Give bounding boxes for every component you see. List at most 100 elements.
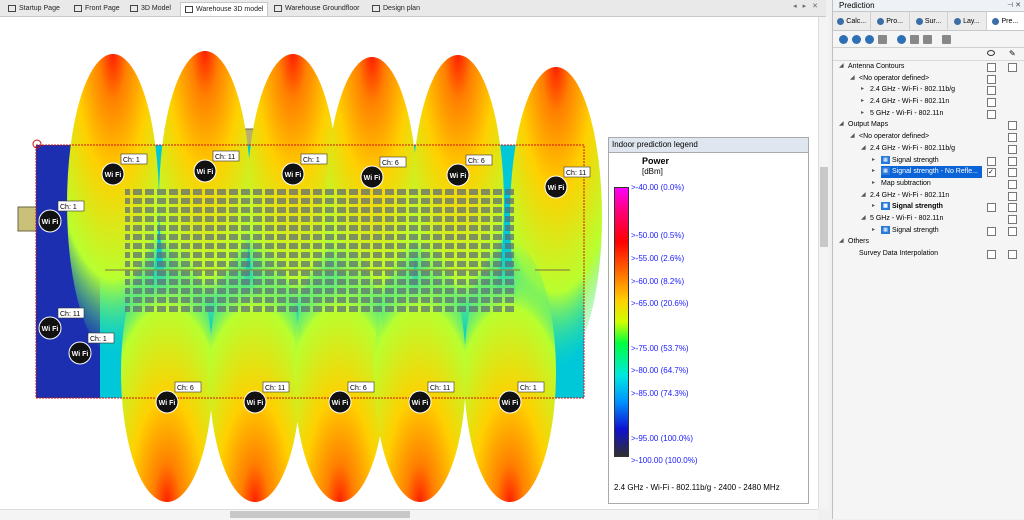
panel-tab-layers[interactable]: Lay... — [948, 12, 987, 30]
split-icon[interactable] — [942, 34, 951, 44]
tree-row[interactable]: ▸ ▦ Signal strength - No Refle... — [833, 166, 1024, 179]
edit-checkbox[interactable] — [1008, 250, 1017, 259]
visibility-checkbox[interactable] — [987, 98, 996, 108]
edit-checkbox[interactable] — [1008, 214, 1017, 224]
collapse-arrow-icon[interactable]: ◢ — [861, 190, 866, 202]
visibility-checkbox[interactable] — [987, 74, 996, 84]
edit-checkbox[interactable] — [1008, 121, 1017, 131]
edit-checkbox[interactable] — [1008, 133, 1017, 143]
panel-tab-pro[interactable]: Pro... — [871, 12, 910, 30]
visibility-checkbox[interactable] — [987, 203, 996, 213]
expand-arrow-icon[interactable]: ▸ — [861, 108, 864, 120]
history-icon[interactable] — [923, 34, 932, 44]
tree-row[interactable]: ◢ 5 GHz - Wi-Fi - 802.11n — [833, 213, 1024, 225]
visibility-checkbox[interactable] — [987, 86, 996, 96]
panel-tab-calc[interactable]: Calc... — [833, 12, 872, 30]
collapse-arrow-icon[interactable]: ◢ — [850, 131, 855, 143]
edit-checkbox[interactable] — [1008, 144, 1017, 154]
collapse-arrow-icon[interactable]: ◢ — [839, 61, 844, 73]
tree-row[interactable]: ◢ Others — [833, 236, 1024, 248]
tree-row[interactable]: ◢ Output Maps — [833, 119, 1024, 131]
tree-row[interactable]: ▸ Map subtraction — [833, 178, 1024, 190]
tree-row-label: 2.4 GHz - Wi-Fi - 802.11n — [870, 96, 949, 108]
panel-tab-survey[interactable]: Sur... — [910, 12, 949, 30]
channel-label: Ch: 6 — [382, 160, 399, 167]
legend-label: >-50.00 (0.5%) — [631, 231, 685, 240]
tree-row[interactable]: ◢ <No operator defined> — [833, 131, 1024, 143]
tree-row[interactable]: ▸ ▦ Signal strength — [833, 155, 1024, 167]
tree-row[interactable]: ▸ ▦ Signal strength — [833, 201, 1024, 213]
expand-arrow-icon[interactable]: ▸ — [861, 84, 864, 96]
panel-tab-prediction[interactable]: Pre... — [986, 12, 1024, 30]
wifi-logo-text: Wi Fi — [332, 400, 349, 407]
edit-checkbox[interactable] — [1008, 203, 1017, 213]
scroll-left-icon[interactable]: ◂ — [793, 2, 797, 10]
tab-front-page[interactable]: Front Page — [70, 2, 124, 15]
expand-arrow-icon[interactable]: ▸ — [872, 225, 875, 237]
expand-arrow-icon[interactable]: ▸ — [872, 166, 875, 178]
horizontal-scroll-thumb[interactable] — [230, 511, 410, 518]
channel-label: Ch: 1 — [60, 204, 77, 211]
visibility-checkbox[interactable] — [987, 167, 996, 179]
tree-row-label: Antenna Contours — [848, 61, 904, 73]
collapse-arrow-icon[interactable]: ◢ — [861, 143, 866, 155]
tree-row-label: 5 GHz - Wi-Fi - 802.11n — [870, 213, 943, 225]
expand-arrow-icon[interactable]: ▸ — [872, 201, 875, 213]
tab-3d-model[interactable]: 3D Model — [126, 2, 175, 15]
tree-row[interactable]: ▸ 5 GHz - Wi-Fi - 802.11n — [833, 108, 1024, 120]
edit-checkbox[interactable] — [1008, 156, 1017, 166]
collapse-arrow-icon[interactable]: ◢ — [861, 213, 866, 225]
legend-title: Indoor prediction legend — [609, 138, 808, 153]
visibility-checkbox[interactable] — [987, 250, 996, 259]
hierarchy-icon[interactable] — [878, 34, 887, 44]
tab-design-plan[interactable]: Design plan — [368, 2, 424, 15]
tree-row-label: Output Maps — [848, 119, 888, 131]
edit-checkbox[interactable] — [1008, 63, 1017, 72]
tree-row-text: Antenna Contours — [848, 63, 905, 70]
tree-row[interactable]: ▸ ▦ Signal strength — [833, 225, 1024, 237]
edit-checkbox[interactable] — [1008, 226, 1017, 236]
wifi-logo-text: Wi Fi — [412, 400, 429, 407]
remove-icon[interactable] — [852, 34, 861, 44]
vertical-scrollbar[interactable] — [818, 17, 829, 509]
map-canvas[interactable]: Wi Fi Ch: 1 Wi Fi Ch: 11 Wi Fi Ch: 1 Wi Fi Ch: … — [0, 17, 818, 509]
edit-checkbox[interactable] — [1008, 179, 1017, 189]
prediction-icon — [992, 17, 1000, 25]
collapse-arrow-icon[interactable]: ◢ — [850, 73, 855, 85]
tree-row[interactable]: ◢ <No operator defined> — [833, 73, 1024, 85]
expand-arrow-icon[interactable]: ▸ — [861, 96, 864, 108]
tree-row[interactable]: ◢ 2.4 GHz - Wi-Fi - 802.11b/g — [833, 143, 1024, 155]
scroll-right-icon[interactable]: ▸ — [803, 2, 807, 10]
run-icon[interactable] — [897, 34, 906, 44]
tree-row-label: Others — [848, 236, 869, 248]
tab-startup-page[interactable]: Startup Page — [4, 2, 64, 15]
tree-row[interactable]: ◢ 2.4 GHz - Wi-Fi - 802.11n — [833, 190, 1024, 202]
expand-arrow-icon[interactable]: ▸ — [872, 155, 875, 167]
visibility-checkbox[interactable] — [987, 156, 996, 166]
picture-icon — [74, 5, 82, 12]
tab-navigation: ◂ ▸ ✕ — [793, 2, 818, 10]
edit-checkbox[interactable] — [1008, 191, 1017, 201]
tree-row[interactable]: Survey Data Interpolation — [833, 248, 1024, 260]
collapse-arrow-icon[interactable]: ◢ — [839, 119, 844, 131]
tree-row[interactable]: ▸ 2.4 GHz - Wi-Fi - 802.11b/g — [833, 84, 1024, 96]
settings-icon[interactable] — [865, 34, 874, 44]
collapse-arrow-icon[interactable]: ◢ — [839, 236, 844, 248]
tab-warehouse-3d-model[interactable]: Warehouse 3D model — [180, 2, 269, 16]
close-tab-icon[interactable]: ✕ — [812, 2, 818, 10]
edit-checkbox[interactable] — [1008, 168, 1017, 178]
horizontal-scrollbar[interactable] — [0, 509, 818, 520]
tree-row-text: Survey Data Interpolation — [859, 250, 938, 257]
tree-row[interactable]: ◢ Antenna Contours — [833, 61, 1024, 73]
tree-row[interactable]: ▸ 2.4 GHz - Wi-Fi - 802.11n — [833, 96, 1024, 108]
visibility-checkbox[interactable] — [987, 63, 996, 72]
vertical-scroll-thumb[interactable] — [820, 167, 828, 247]
visibility-checkbox[interactable] — [987, 226, 996, 236]
list-icon[interactable] — [910, 34, 919, 44]
visibility-checkbox[interactable] — [987, 109, 996, 119]
legend-label: >-40.00 (0.0%) — [631, 183, 685, 192]
tab-warehouse-groundfloor[interactable]: Warehouse Groundfloor — [270, 2, 363, 15]
add-icon[interactable] — [839, 34, 848, 44]
pin-close-icon[interactable]: ⊣ ✕ — [1007, 0, 1021, 11]
expand-arrow-icon[interactable]: ▸ — [872, 178, 875, 190]
